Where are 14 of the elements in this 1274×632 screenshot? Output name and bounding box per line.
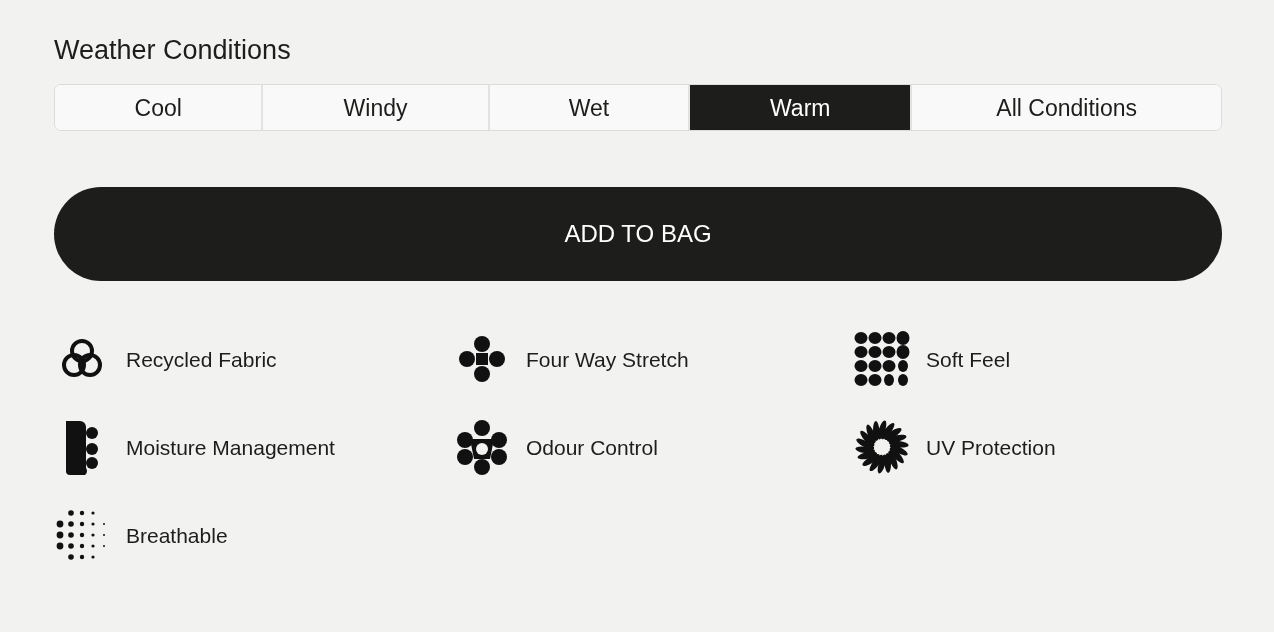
condition-tab[interactable]: Warm — [690, 85, 913, 131]
feature-label: Breathable — [126, 522, 228, 549]
feature-label: Four Way Stretch — [526, 346, 689, 373]
feature-label: Moisture Management — [126, 434, 335, 461]
add-to-bag-button[interactable]: ADD TO BAG — [54, 187, 1222, 282]
feature-label: Recycled Fabric — [126, 346, 277, 373]
feature-label: UV Protection — [926, 434, 1056, 461]
sunburst-icon — [854, 419, 910, 476]
trefoil-icon — [454, 419, 510, 476]
feature-label: Odour Control — [526, 434, 658, 461]
feature-label: Soft Feel — [926, 346, 1011, 373]
condition-tab[interactable]: Cool — [55, 85, 264, 131]
pebbles-icon — [854, 331, 910, 388]
section-title: Weather Conditions — [54, 34, 292, 67]
